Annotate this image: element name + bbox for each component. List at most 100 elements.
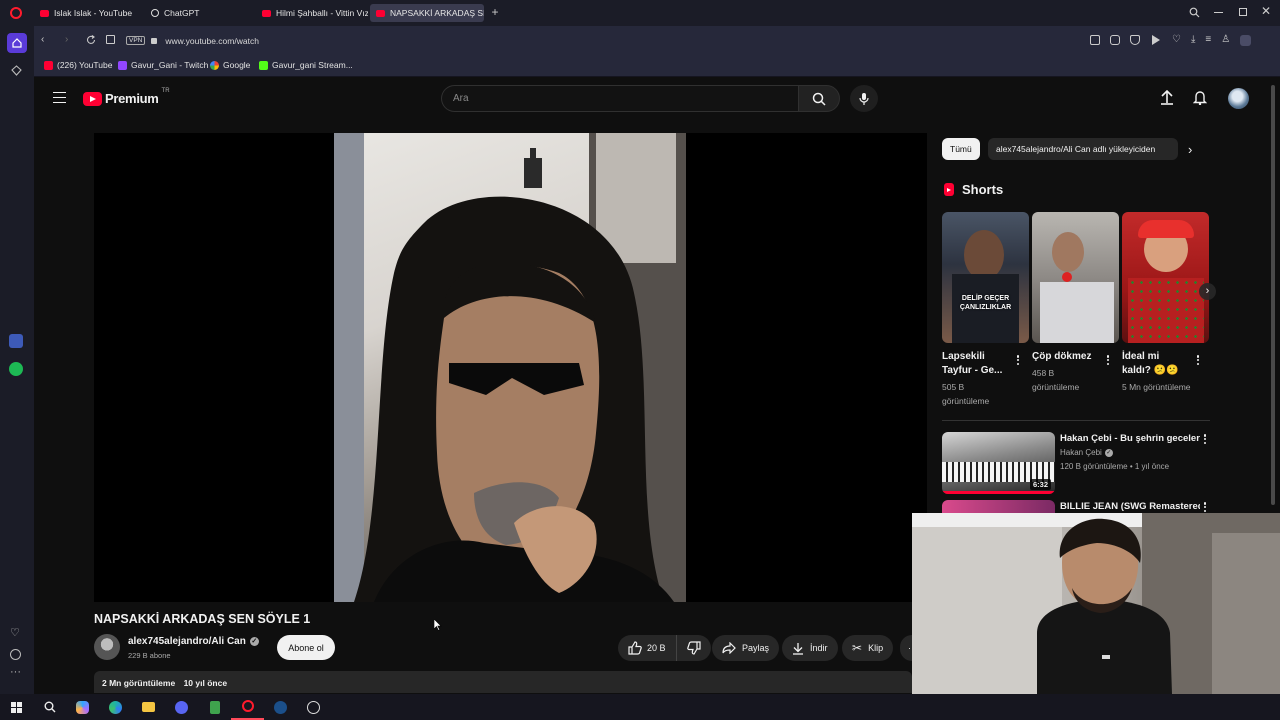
youtube-premium-logo[interactable]: Premium TR [83, 88, 170, 106]
menu-icon[interactable]: ≡ [1205, 35, 1211, 46]
recommended-title-2[interactable]: BILLIE JEAN (SWG Remastered [1060, 501, 1200, 512]
edge-icon[interactable] [99, 694, 132, 720]
video-menu-icon[interactable] [1201, 432, 1209, 446]
shorts-next-button[interactable]: › [1199, 283, 1216, 300]
recommended-thumbnail-1[interactable]: 6:32 [942, 432, 1055, 494]
snapshot-icon[interactable] [1090, 35, 1100, 45]
account-icon[interactable]: ♙ [1221, 35, 1230, 46]
youtube-icon [376, 9, 385, 17]
verified-icon: ✓ [1104, 448, 1113, 457]
opera-logo-icon[interactable] [10, 7, 22, 19]
bookmark-twitch[interactable]: Gavur_Gani - Twitch [118, 60, 208, 70]
new-tab-button[interactable]: + [489, 5, 501, 19]
shield-icon[interactable] [1130, 35, 1140, 45]
share-button[interactable]: Paylaş [712, 635, 780, 661]
search-tabs-icon[interactable] [1189, 7, 1200, 18]
search-input[interactable]: Ara [441, 85, 799, 112]
url-text: www.youtube.com/watch [165, 35, 259, 46]
windows-start-icon[interactable] [0, 694, 33, 720]
dislike-button[interactable] [677, 635, 711, 661]
video-frame[interactable] [334, 133, 686, 602]
short-title-2[interactable]: Çöp dökmez [1032, 350, 1098, 364]
voice-search-button[interactable] [850, 85, 878, 112]
restore-icon[interactable] [1239, 8, 1247, 16]
video-duration: 6:32 [1029, 479, 1051, 490]
bookmark-google[interactable]: Google [210, 60, 250, 70]
short-menu-icon[interactable] [1194, 353, 1202, 367]
page-scrollbar[interactable] [1271, 85, 1275, 505]
bookmark-youtube[interactable]: (226) YouTube [44, 60, 112, 70]
upload-icon[interactable] [1160, 90, 1174, 105]
browser-tab-active[interactable]: NAPSAKKİ ARKADAŞ SEN [370, 4, 484, 22]
short-views-1: 505 B görüntüleme [942, 382, 990, 406]
view-count: 2 Mn görüntüleme [102, 678, 176, 688]
taskbar-search-icon[interactable] [33, 694, 66, 720]
short-thumbnail-1[interactable]: DELİP GEÇER ÇANLIZLIKLAR [942, 212, 1029, 343]
webcam-overlay [912, 513, 1280, 694]
obs-icon[interactable] [297, 694, 330, 720]
discord-icon[interactable] [165, 694, 198, 720]
bookmark-kick[interactable]: Gavur_gani Stream... [259, 60, 353, 70]
steam-icon[interactable] [264, 694, 297, 720]
copilot-icon[interactable] [66, 694, 99, 720]
browser-tab-2[interactable]: ChatGPT [145, 4, 253, 22]
more-sidebar-icon[interactable]: ··· [10, 666, 21, 678]
short-menu-icon[interactable] [1104, 353, 1112, 367]
description-box[interactable]: 2 Mn görüntüleme 10 yıl önce [94, 671, 912, 693]
chips-next-icon[interactable]: › [1188, 142, 1192, 157]
recommended-thumbnail-2[interactable] [942, 500, 1055, 514]
vpn-badge[interactable]: VPN [126, 36, 146, 45]
subscribe-button[interactable]: Abone ol [277, 635, 335, 660]
history-sidebar-icon[interactable] [10, 649, 21, 660]
spotify-icon[interactable] [9, 362, 23, 376]
more-actions-button[interactable]: · [900, 635, 912, 661]
channel-name[interactable]: alex745alejandro/Ali Can ✓ [128, 636, 259, 647]
scissors-icon: ✂ [852, 641, 863, 655]
youtube-icon [40, 9, 49, 17]
extensions-icon[interactable] [1240, 35, 1252, 46]
short-title-1[interactable]: Lapsekili Tayfur - Ge... [942, 350, 1008, 378]
pinned-sidebar-icon[interactable] [11, 65, 22, 76]
short-thumbnail-3[interactable] [1122, 212, 1209, 343]
short-thumbnail-2[interactable] [1032, 212, 1119, 343]
download-button[interactable]: İndir [782, 635, 838, 661]
search-button[interactable] [798, 85, 840, 112]
back-icon[interactable]: ‹ [41, 34, 44, 45]
like-button[interactable]: 20 B [618, 635, 677, 661]
video-still-illustration [334, 133, 686, 602]
player-icon[interactable] [1152, 35, 1160, 45]
aria-ai-icon[interactable] [9, 334, 23, 348]
forward-icon[interactable]: › [65, 34, 68, 45]
browser-tab-3[interactable]: Hilmi Şahballı - Vittin Vızı [256, 4, 368, 22]
mouse-cursor-icon [434, 619, 442, 631]
avatar[interactable] [1228, 88, 1249, 109]
minimize-icon[interactable] [1214, 12, 1223, 13]
lock-icon [151, 37, 158, 44]
short-views-3: 5 Mn görüntüleme [1122, 382, 1191, 392]
file-explorer-icon[interactable] [132, 694, 165, 720]
chip-all[interactable]: Tümü [942, 138, 980, 160]
recommended-title-1[interactable]: Hakan Çebi - Bu şehrin geceleri [1060, 433, 1200, 444]
download-icon[interactable]: ⤓ [1191, 35, 1195, 46]
reload-icon[interactable] [86, 35, 96, 45]
like-dislike-group: 20 B [618, 635, 711, 661]
browser-tab-1[interactable]: Islak Islak - YouTube [34, 4, 142, 22]
heart-icon[interactable]: ♡ [1172, 35, 1181, 46]
opera-taskbar-icon[interactable] [231, 694, 264, 720]
app-green-icon[interactable] [198, 694, 231, 720]
notifications-bell-icon[interactable] [1193, 90, 1207, 105]
home-sidebar-icon[interactable] [7, 33, 27, 53]
short-menu-icon[interactable] [1014, 353, 1022, 367]
clip-button[interactable]: ✂ Klip [842, 635, 894, 661]
hamburger-menu-icon[interactable] [53, 92, 66, 103]
channel-avatar[interactable] [94, 634, 120, 660]
url-field[interactable]: VPN www.youtube.com/watch [126, 32, 1080, 49]
heart-sidebar-icon[interactable]: ♡ [10, 626, 20, 639]
recommended-channel-1[interactable]: Hakan Çebi ✓ [1060, 448, 1113, 457]
tab-grid-icon[interactable] [106, 35, 115, 44]
chip-from-uploader[interactable]: alex745alejandro/Ali Can adlı yükleyicid… [988, 138, 1178, 160]
close-window-icon[interactable]: ✕ [1261, 4, 1271, 18]
camera-icon[interactable] [1110, 35, 1120, 45]
short-title-3[interactable]: İdeal mi kaldı? 😕😕 [1122, 350, 1188, 378]
video-menu-icon[interactable] [1201, 500, 1209, 514]
